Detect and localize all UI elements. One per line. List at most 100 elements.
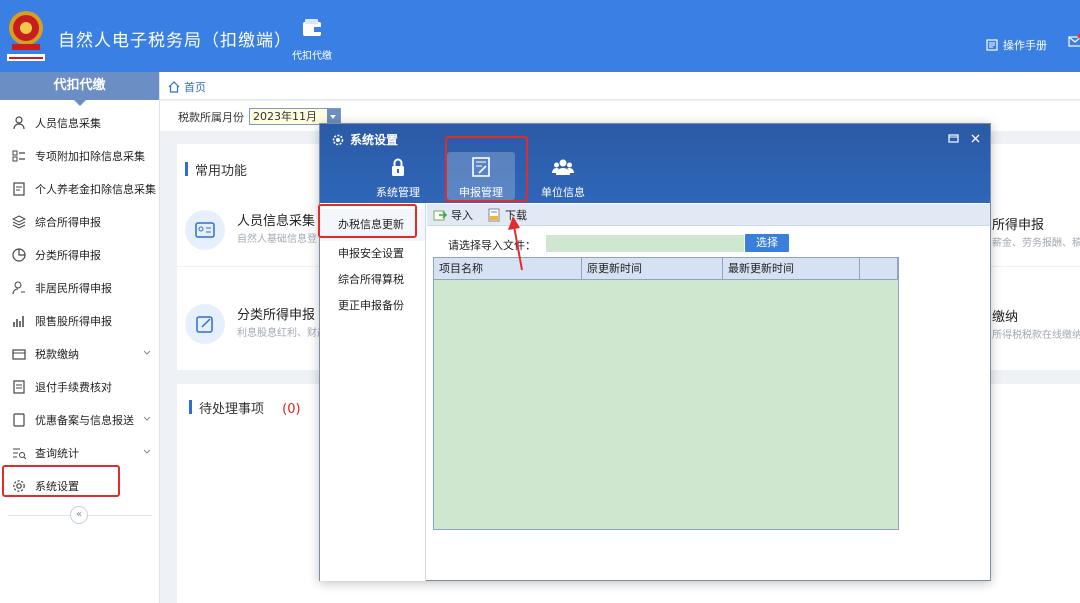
home-icon: [168, 81, 180, 93]
choose-file-button[interactable]: 选择: [745, 234, 789, 252]
sidebar-item-restricted-shares[interactable]: 限售股所得申报: [0, 304, 159, 337]
bar-chart-icon: [13, 315, 24, 327]
manual-icon: [986, 39, 998, 51]
wallet-icon: [12, 348, 26, 360]
sidebar-item-label: 限售股所得申报: [35, 314, 112, 328]
lock-icon: [392, 158, 404, 176]
sidebar-item-label: 优惠备案与信息报送: [35, 413, 134, 427]
list-icon: [12, 150, 25, 161]
sidebar-item-label: 税款缴纳: [35, 347, 79, 361]
sidebar-item-pension[interactable]: 个人养老金扣除信息采集: [0, 172, 159, 205]
file-icon: [13, 412, 25, 427]
sidebar-item-person-info[interactable]: 人员信息采集: [0, 106, 159, 139]
nav-tab-withholding[interactable]: 代扣代缴: [286, 18, 338, 62]
gear-icon: [332, 134, 344, 145]
id-card-icon: [185, 210, 225, 250]
dialog-left-menu: 办税信息更新 申报安全设置 综合所得算税 更正申报备份: [320, 203, 426, 581]
func-person-info[interactable]: 人员信息采集 自然人基础信息登: [185, 210, 325, 250]
func-name: 分类所得申报: [237, 308, 316, 323]
sidebar-title: 代扣代缴: [0, 72, 159, 106]
restore-icon[interactable]: [948, 133, 959, 144]
column-header[interactable]: 最新更新时间: [723, 258, 860, 279]
manual-link[interactable]: 操作手册: [986, 37, 1047, 53]
month-label: 税款所属月份: [178, 111, 244, 124]
import-icon: [433, 210, 447, 220]
column-header: [860, 258, 898, 279]
close-icon[interactable]: [970, 133, 981, 144]
breadcrumb-bar: 首页: [160, 72, 1080, 100]
group-icon: [552, 159, 574, 175]
pending-label: 待处理事项: [199, 402, 265, 417]
manual-label: 操作手册: [1003, 39, 1047, 52]
import-label: 导入: [451, 208, 473, 222]
sidebar-collapse-button[interactable]: «: [70, 506, 88, 524]
sidebar-item-nonresident[interactable]: 非居民所得申报: [0, 271, 159, 304]
nav-tab-label: 代扣代缴: [292, 51, 332, 62]
sidebar-item-label: 个人养老金扣除信息采集: [35, 182, 156, 196]
mail-icon[interactable]: [1068, 34, 1080, 48]
chevron-down-icon: [143, 449, 151, 454]
person-icon: [13, 115, 25, 129]
tab-label: 单位信息: [541, 186, 585, 199]
checklist-icon: [13, 379, 25, 394]
search-list-icon: [13, 448, 26, 459]
sidebar-item-label: 退付手续费核对: [35, 380, 112, 394]
user-minus-icon: [12, 281, 25, 294]
highlight-declaration-tab: [445, 136, 528, 202]
dialog-title: 系统设置: [332, 131, 398, 148]
sidebar-item-label: 非居民所得申报: [35, 281, 112, 295]
system-settings-dialog: 系统设置 系统管理 申报管理 单位信息 办税信息更新 申报安全设置 综合所得算税…: [319, 123, 991, 581]
sidebar-item-label: 综合所得申报: [35, 215, 101, 229]
tab-label: 系统管理: [376, 186, 420, 199]
section-title: 常用功能: [185, 160, 247, 179]
app-title: 自然人电子税务局（扣缴端）: [58, 31, 292, 51]
sidebar-item-special-deduction[interactable]: 专项附加扣除信息采集: [0, 139, 159, 172]
sidebar-item-label: 人员信息采集: [35, 116, 101, 130]
sidebar-item-label: 分类所得申报: [35, 248, 101, 262]
highlight-tax-info-update: [318, 204, 417, 238]
breadcrumb-home: 首页: [184, 81, 206, 94]
dialog-title-text: 系统设置: [350, 133, 399, 147]
chevron-down-icon: [143, 350, 151, 355]
breadcrumb[interactable]: 首页: [168, 79, 206, 95]
func-desc: 薪金、劳务报酬、稿: [992, 238, 1080, 249]
download-icon: [488, 208, 500, 221]
import-button[interactable]: 导入: [433, 207, 473, 223]
column-header[interactable]: 原更新时间: [582, 258, 723, 279]
func-desc: 所得税税款在线缴纳: [992, 330, 1080, 341]
tab-system-management[interactable]: 系统管理: [364, 152, 432, 200]
sidebar: 代扣代缴 人员信息采集 专项附加扣除信息采集 个人养老金扣除信息采集 综合所得申…: [0, 72, 160, 603]
pending-count[interactable]: (0): [282, 402, 300, 417]
chevron-down-icon: [143, 416, 151, 421]
pie-icon: [12, 247, 26, 262]
sidebar-item-label: 专项附加扣除信息采集: [35, 149, 145, 163]
menu-security-settings[interactable]: 申报安全设置: [320, 241, 425, 267]
sidebar-item-fee-refund[interactable]: 退付手续费核对: [0, 370, 159, 403]
pending-title: 待处理事项 (0): [189, 398, 301, 417]
dialog-header: 系统设置 系统管理 申报管理 单位信息: [320, 124, 990, 203]
wallet-icon: [303, 19, 321, 36]
func-desc: 自然人基础信息登: [237, 234, 317, 245]
func-name: 人员信息采集: [237, 214, 316, 229]
edit-icon: [185, 304, 225, 344]
highlight-system-settings: [2, 465, 120, 497]
chevron-down-icon[interactable]: [327, 109, 340, 124]
sidebar-menu: 人员信息采集 专项附加扣除信息采集 个人养老金扣除信息采集 综合所得申报 分类所…: [0, 100, 159, 502]
func-classified-income[interactable]: 分类所得申报 利息股息红利、财产: [185, 304, 327, 344]
top-header: 自然人电子税务局（扣缴端） 代扣代缴 操作手册: [0, 0, 1080, 72]
file-path-input[interactable]: [546, 235, 744, 252]
arrow-annotation-icon: [508, 216, 523, 271]
func-name: 缴纳: [992, 310, 1019, 325]
sidebar-item-label: 查询统计: [35, 446, 79, 460]
tax-emblem-icon: [7, 11, 45, 61]
document-icon: [13, 181, 25, 196]
layers-icon: [12, 214, 26, 229]
sidebar-item-preferential[interactable]: 优惠备案与信息报送: [0, 403, 159, 436]
sidebar-item-tax-payment[interactable]: 税款缴纳: [0, 337, 159, 370]
func-name: 所得申报: [992, 218, 1045, 233]
tab-unit-info[interactable]: 单位信息: [529, 152, 597, 200]
sidebar-item-comprehensive[interactable]: 综合所得申报: [0, 205, 159, 238]
menu-correction-backup[interactable]: 更正申报备份: [320, 293, 425, 319]
sidebar-item-classified[interactable]: 分类所得申报: [0, 238, 159, 271]
menu-comprehensive-calc[interactable]: 综合所得算税: [320, 267, 425, 293]
